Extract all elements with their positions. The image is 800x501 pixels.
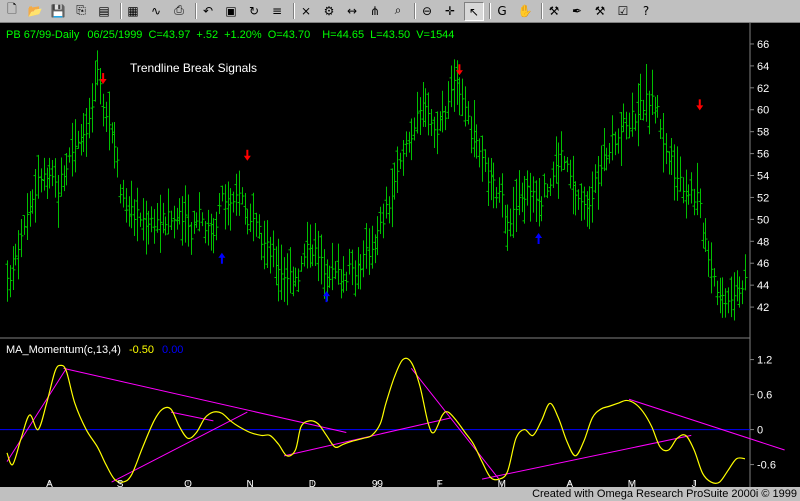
format-window-icon[interactable]: ▣ bbox=[222, 2, 240, 19]
low-value: L=43.50 bbox=[370, 29, 410, 41]
insert-strategy-icon[interactable]: ⚙ bbox=[320, 2, 338, 19]
refresh-icon[interactable]: ↻ bbox=[245, 2, 263, 19]
toolbar-separator bbox=[120, 3, 122, 19]
symbol: PB 67/99-Daily bbox=[6, 29, 80, 41]
tools-icon[interactable]: ⚒ bbox=[591, 2, 609, 19]
indicator-tick-label: 0.6 bbox=[757, 390, 772, 402]
change-pct-value: +1.20% bbox=[224, 29, 262, 41]
price-tick-label: 46 bbox=[757, 258, 769, 270]
hand-icon[interactable]: ✋ bbox=[516, 2, 534, 19]
high-value: H=44.65 bbox=[322, 29, 364, 41]
close-value: C=43.97 bbox=[148, 29, 190, 41]
print-layout-icon[interactable]: ▤ bbox=[95, 2, 113, 19]
price-tick-label: 52 bbox=[757, 192, 769, 204]
back-icon[interactable]: ↶ bbox=[199, 2, 217, 19]
price-tick-label: 62 bbox=[757, 83, 769, 95]
chart-pattern-icon[interactable]: ∿ bbox=[147, 2, 165, 19]
chart-background bbox=[0, 23, 800, 489]
indicator-tick-label: 1.2 bbox=[757, 355, 772, 367]
chart-area: 42444648505254565860626466 -0.600.61.2 A… bbox=[0, 23, 800, 489]
price-tick-label: 56 bbox=[757, 149, 769, 161]
toolbar-separator bbox=[541, 3, 543, 19]
price-tick-label: 42 bbox=[757, 302, 769, 314]
price-tick-label: 64 bbox=[757, 61, 769, 73]
indicator-value: -0.50 bbox=[129, 344, 154, 356]
price-header: PB 67/99-Daily 06/25/1999 C=43.97 +.52 +1.20… bbox=[6, 29, 454, 41]
fork-icon[interactable]: ⋔ bbox=[366, 2, 384, 19]
indicator-zero-value: 0.00 bbox=[162, 344, 183, 356]
print-icon[interactable]: ⎙ bbox=[170, 2, 188, 19]
price-tick-label: 58 bbox=[757, 127, 769, 139]
toolbar: 🗋 📂 💾 ⎘ ▤ ▦ ∿ ⎙ ↶ ▣ ↻ ≡ ⨯ ⚙ ↔ ⋔ ⌕ ⊖ ✛ ↖ G ✋ ⚒ ✒ ⚒ ☑? bbox=[0, 0, 800, 23]
open-value: O=43.70 bbox=[268, 29, 311, 41]
toolbar-separator bbox=[414, 3, 416, 19]
toolbar-separator bbox=[195, 3, 197, 19]
insert-study-icon[interactable]: ⨯ bbox=[297, 2, 315, 19]
draw-icon[interactable]: ↔ bbox=[343, 2, 361, 19]
zoom-out-icon[interactable]: ⊖ bbox=[418, 2, 436, 19]
report-icon[interactable]: ☑ bbox=[614, 2, 632, 19]
chart-window-icon[interactable]: ▦ bbox=[124, 2, 142, 19]
new-icon[interactable]: 🗋 bbox=[3, 2, 21, 19]
price-tick-label: 50 bbox=[757, 214, 769, 226]
text-icon[interactable]: G bbox=[493, 2, 511, 19]
price-tick-label: 54 bbox=[757, 171, 769, 183]
indicator-name: MA_Momentum(c,13,4) bbox=[6, 344, 121, 356]
price-tick-label: 48 bbox=[757, 236, 769, 248]
insert-indicator-icon[interactable]: ≡ bbox=[268, 2, 286, 19]
zoom-icon[interactable]: ⌕ bbox=[389, 2, 407, 19]
open-icon[interactable]: 📂 bbox=[26, 2, 44, 19]
toolbar-separator bbox=[489, 3, 491, 19]
price-tick-label: 60 bbox=[757, 105, 769, 117]
footer-credit: Created with Omega Research ProSuite 200… bbox=[532, 488, 797, 500]
hammer-icon[interactable]: ⚒ bbox=[545, 2, 563, 19]
help-icon[interactable]: ? bbox=[637, 2, 655, 19]
indicator-tick-label: 0 bbox=[757, 425, 763, 437]
crosshair-icon[interactable]: ✛ bbox=[441, 2, 459, 19]
save-icon[interactable]: 💾 bbox=[49, 2, 67, 19]
price-tick-label: 66 bbox=[757, 39, 769, 51]
volume-value: V=1544 bbox=[416, 29, 454, 41]
change-value: +.52 bbox=[196, 29, 218, 41]
price-tick-label: 44 bbox=[757, 280, 769, 292]
date: 06/25/1999 bbox=[87, 29, 142, 41]
indicator-tick-label: -0.6 bbox=[757, 460, 776, 472]
price-chart-title: Trendline Break Signals bbox=[130, 61, 257, 75]
copy-icon[interactable]: ⎘ bbox=[72, 2, 90, 19]
pen-icon[interactable]: ✒ bbox=[568, 2, 586, 19]
pointer-icon[interactable]: ↖ bbox=[464, 2, 484, 21]
footer: Created with Omega Research ProSuite 200… bbox=[0, 487, 800, 501]
toolbar-separator bbox=[293, 3, 295, 19]
